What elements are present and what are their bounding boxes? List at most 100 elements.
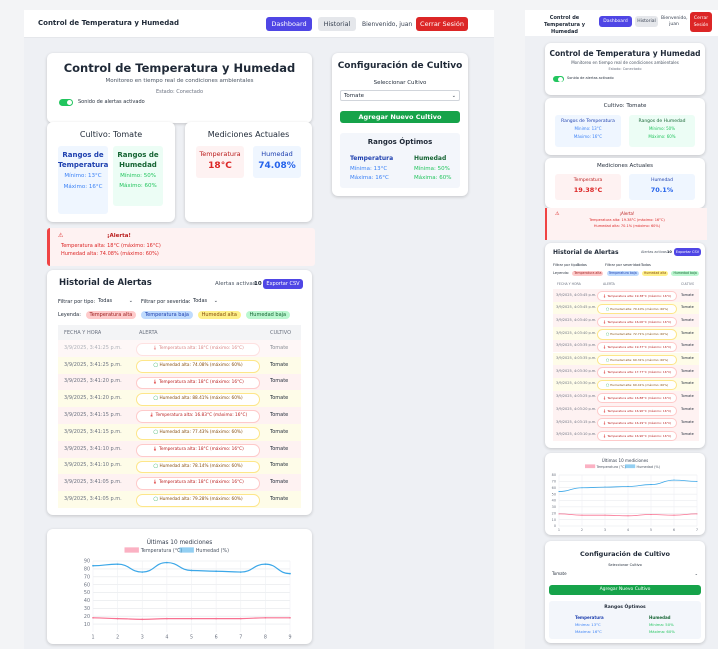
row-alert: ◯ Humedad alta: 74.08% (máximo: 60%) [136, 359, 260, 373]
legend-temp-high: Temperatura alta [572, 271, 604, 276]
filter-type-label: Filtrar por tipo: [58, 299, 96, 305]
table-row: 3/9/2025, 3:41:20 p.m. ◯ Humedad alta: 88… [58, 390, 301, 408]
row-crop: Tomate [681, 381, 694, 386]
active-alerts-count: 10 [254, 281, 262, 287]
chart-card: Últimas 10 mediciones Temperatura (°C) Hum… [545, 453, 705, 535]
alert-banner: ⚠ ¡Alerta! Temperatura alta: 19.38°C (má… [545, 208, 707, 240]
welcome-text: Bienvenido, juan [661, 16, 688, 27]
alert-line-2: Humedad alta: 74.08% (máximo: 60%) [61, 251, 159, 257]
table-row: 3/9/2025, 4:03:20 p.m. 🌡 Temperatura alta… [553, 403, 699, 416]
row-date: 3/9/2025, 3:41:25 p.m. [64, 361, 122, 368]
crop-select[interactable]: Tomate ⌄ [549, 570, 701, 579]
row-crop: Tomate [681, 394, 694, 399]
col-alert: ALERTA [603, 282, 615, 286]
hum-measure-value: 70.1% [650, 186, 674, 194]
left-window: Control de Temperatura y Humedad Dashboa… [24, 10, 494, 649]
row-alert-text: Temperatura alta: 16.90°C (máximo: 16°C) [607, 433, 672, 438]
active-alerts-label: Alertas activas: [641, 250, 669, 254]
table-row: 3/9/2025, 3:41:15 p.m. ◯ Humedad alta: 77… [58, 424, 301, 441]
header-title: Control de Temperatura y Humedad [549, 49, 701, 58]
filter-type-select[interactable]: Todas ⌄ [95, 297, 135, 306]
add-crop-button[interactable]: Agregar Nuevo Cultivo [549, 585, 701, 595]
sound-toggle[interactable] [59, 99, 73, 106]
welcome-text: Bienvenido, juan [362, 21, 413, 28]
logout-button[interactable]: Cerrar Sesión [690, 12, 712, 32]
x-tick-label: 2 [116, 635, 119, 641]
alert-banner: ⚠ ¡Alerta! Temperatura alta: 18°C (máxim… [47, 228, 315, 266]
row-crop: Tomate [681, 368, 694, 373]
row-alert-text: Temperatura alta: 16.88°C (máximo: 16°C) [607, 395, 672, 400]
sound-toggle[interactable] [553, 76, 564, 82]
measurements-chart: Últimas 10 mediciones Temperatura (°C) Hum… [552, 458, 698, 532]
crop-select[interactable]: Tomate ⌄ [340, 90, 460, 101]
col-alert: ALERTA [139, 330, 158, 336]
optimal-temp-max: Máxima: 16°C [350, 175, 389, 181]
add-crop-button[interactable]: Agregar Nuevo Cultivo [340, 111, 460, 123]
table-row: 3/9/2025, 3:41:05 p.m. ◯ Humedad alta: 79… [58, 491, 301, 508]
legend-temp-low: Temperatura baja [140, 311, 193, 319]
legend-label: Humedad (%) [637, 465, 661, 469]
crop-card: Cultivo: Tomate Rangos de Temperatura Mí… [47, 122, 175, 222]
measurements-title: Mediciones Actuales [596, 163, 654, 169]
chart-title: Últimas 10 mediciones [602, 458, 649, 463]
temp-measure-value: 19.38°C [573, 186, 603, 194]
row-alert-text: Humedad alta: 79.28% (máximo: 60%) [159, 497, 243, 503]
header-card: Control de Temperatura y Humedad Monitor… [47, 53, 312, 123]
filter-severity-value[interactable]: Todas [641, 263, 651, 267]
dashboard-button[interactable]: Dashboard [599, 16, 632, 27]
row-alert-text: Humedad alta: 60.31% (máximo: 60%) [610, 357, 669, 362]
x-tick-label: 4 [165, 635, 168, 641]
x-tick-label: 3 [141, 635, 144, 641]
legend-hum-high: Humedad alta [641, 271, 669, 276]
legend-temp-high: Temperatura alta [85, 311, 137, 319]
temp-range-title: Rangos de Temperatura [561, 119, 615, 124]
row-date: 3/9/2025, 4:03:35 p.m. [556, 343, 597, 348]
row-crop: Tomate [681, 432, 694, 437]
filter-severity-select[interactable]: Todas ⌄ [190, 297, 220, 306]
filter-type-value[interactable]: Todas [577, 263, 587, 267]
row-alert: 🌡 Temperatura alta: 16.90°C (máximo: 16°… [597, 430, 677, 442]
y-tick-label: 0 [554, 524, 556, 528]
row-crop: Tomate [270, 445, 289, 452]
active-alerts-label: Alertas activas: [215, 281, 258, 287]
header-title: Control de Temperatura y Humedad [63, 61, 296, 75]
row-alert-text: Humedad alta: 74.08% (máximo: 60%) [159, 362, 243, 368]
row-date: 3/9/2025, 4:03:30 p.m. [556, 368, 597, 373]
x-tick-label: 8 [264, 635, 267, 641]
row-crop: Tomate [681, 330, 694, 335]
row-alert-text: Humedad alta: 72.71% (máximo: 60%) [610, 332, 669, 337]
historial-button[interactable]: Historial [318, 17, 356, 31]
data-point [215, 570, 217, 573]
chevron-down-icon: ⌄ [213, 298, 218, 304]
row-alert-text: Humedad alta: 77.43% (máximo: 60%) [159, 430, 243, 436]
row-alert: ◯ Humedad alta: 72.71% (máximo: 60%) [597, 329, 677, 340]
y-tick-label: 80 [552, 473, 556, 477]
temp-measure-label: Temperatura [199, 150, 241, 158]
filter-severity-label: Filtrar por severidad: [141, 299, 194, 305]
table-header: FECHA Y HORA ALERTA CULTIVO [553, 279, 699, 288]
chart-card: Últimas 10 mediciones Temperatura (°C) Hum… [47, 529, 312, 644]
row-date: 3/9/2025, 4:03:35 p.m. [556, 356, 597, 361]
hum-measure-label: Humedad [261, 150, 293, 158]
x-tick-label: 2 [581, 528, 583, 532]
export-csv-button[interactable]: Exportar CSV [263, 279, 303, 289]
history-title: Historial de Alertas [59, 278, 152, 288]
row-date: 3/9/2025, 3:41:20 p.m. [64, 395, 122, 402]
row-date: 3/9/2025, 4:03:40 p.m. [556, 317, 597, 322]
crop-card: Cultivo: Tomate Rangos de Temperatura Mí… [545, 98, 705, 155]
data-point [604, 486, 606, 488]
alert-history-card: Historial de Alertas Alertas activas: 10… [545, 243, 705, 448]
historial-button[interactable]: Historial [635, 16, 658, 27]
legend-swatch [625, 464, 636, 469]
data-point [627, 485, 629, 488]
dashboard-button[interactable]: Dashboard [266, 17, 312, 31]
row-alert: ◯ Humedad alta: 60.41% (máximo: 60%) [597, 380, 677, 391]
row-alert-text: Temperatura alta: 18°C (máximo: 16°C) [158, 446, 244, 452]
row-alert: 🌡 Temperatura alta: 19.38°C (máximo: 16°… [597, 291, 677, 302]
export-csv-button[interactable]: Exportar CSV [674, 248, 701, 256]
table-row: 3/9/2025, 4:03:30 p.m. 🌡 Temperatura alta… [553, 365, 699, 378]
logout-button[interactable]: Cerrar Sesión [416, 17, 468, 31]
col-crop: CULTIVO [681, 282, 695, 286]
alert-title: ¡Alerta! [619, 211, 635, 216]
row-alert: 🌡 Temperatura alta: 18°C (máximo: 16°C) [136, 376, 260, 390]
